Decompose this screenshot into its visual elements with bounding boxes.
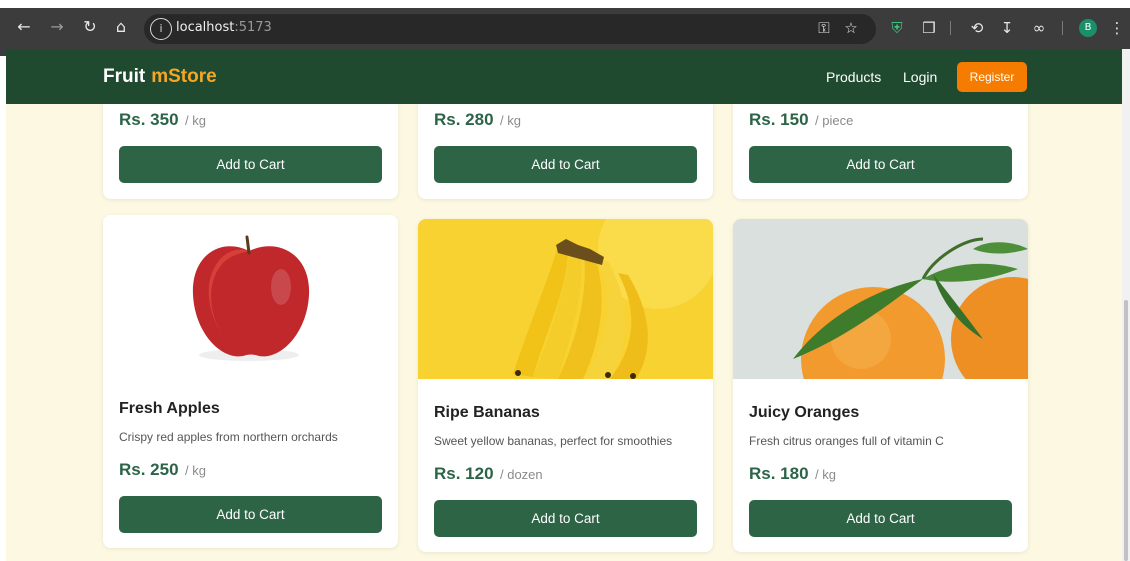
product-description: Sweet yellow bananas, perfect for smooth… — [434, 434, 673, 448]
banana-image — [418, 219, 713, 379]
price-label: Rs. 120 / dozen — [434, 464, 543, 483]
apple-image — [103, 215, 398, 370]
nav-products-link[interactable]: Products — [826, 69, 881, 85]
product-card: Rs. 150 / piece Add to Cart — [733, 104, 1028, 199]
product-title: Juicy Oranges — [749, 404, 860, 421]
product-title: Ripe Bananas — [434, 404, 540, 421]
product-description: Fresh citrus oranges full of vitamin C — [749, 434, 944, 448]
product-description: Crispy red apples from northern orchards — [119, 430, 338, 444]
price-label: Rs. 180 / kg — [749, 464, 836, 483]
product-card-apples: Fresh Apples Crispy red apples from nort… — [103, 215, 398, 548]
link-icon[interactable]: ∞ — [1028, 17, 1050, 39]
add-to-cart-button[interactable]: Add to Cart — [119, 146, 382, 183]
download-icon[interactable]: ↧ — [996, 17, 1018, 39]
price-label: Rs. 350 / kg — [119, 110, 206, 129]
add-to-cart-button[interactable]: Add to Cart — [434, 146, 697, 183]
site-info-icon[interactable]: i — [150, 18, 172, 40]
history-icon[interactable]: ⟲ — [966, 17, 988, 39]
bookmark-star-icon[interactable]: ☆ — [840, 17, 862, 39]
price-label: Rs. 280 / kg — [434, 110, 521, 129]
browser-toolbar: ← → ↻ ⌂ i localhost:5173 ⚿ ☆ ⛨ ❒ ⟲ ↧ ∞ B… — [0, 0, 1130, 56]
price-label: Rs. 150 / piece — [749, 110, 854, 129]
reload-icon[interactable]: ↻ — [79, 16, 101, 38]
forward-icon[interactable]: → — [46, 16, 68, 38]
site-logo[interactable]: Fruit mStore — [103, 66, 217, 88]
window-top-strip — [0, 0, 1130, 8]
product-grid: Rs. 350 / kg Add to Cart Rs. 280 / kg Ad… — [6, 104, 1122, 561]
key-icon[interactable]: ⚿ — [813, 17, 835, 39]
add-to-cart-button[interactable]: Add to Cart — [434, 500, 697, 537]
extensions-icon[interactable]: ❒ — [918, 17, 940, 39]
orange-image — [733, 219, 1028, 379]
product-card-oranges: Juicy Oranges Fresh citrus oranges full … — [733, 219, 1028, 552]
nav-login-link[interactable]: Login — [903, 69, 937, 85]
toolbar-separator — [950, 21, 951, 35]
add-to-cart-button[interactable]: Add to Cart — [749, 146, 1012, 183]
add-to-cart-button[interactable]: Add to Cart — [749, 500, 1012, 537]
product-card: Rs. 280 / kg Add to Cart — [418, 104, 713, 199]
scrollbar-thumb[interactable] — [1124, 300, 1128, 561]
extension-shield-icon[interactable]: ⛨ — [886, 17, 908, 39]
address-text[interactable]: localhost:5173 — [176, 20, 272, 35]
menu-kebab-icon[interactable]: ⋮ — [1106, 17, 1128, 39]
price-label: Rs. 250 / kg — [119, 460, 206, 479]
home-icon[interactable]: ⌂ — [110, 16, 132, 38]
add-to-cart-button[interactable]: Add to Cart — [119, 496, 382, 533]
profile-avatar[interactable]: B — [1079, 19, 1097, 37]
product-card-bananas: Ripe Bananas Sweet yellow bananas, perfe… — [418, 219, 713, 552]
product-card: Rs. 350 / kg Add to Cart — [103, 104, 398, 199]
toolbar-separator — [1062, 21, 1063, 35]
back-icon[interactable]: ← — [13, 16, 35, 38]
register-button[interactable]: Register — [957, 62, 1027, 92]
product-title: Fresh Apples — [119, 400, 220, 417]
